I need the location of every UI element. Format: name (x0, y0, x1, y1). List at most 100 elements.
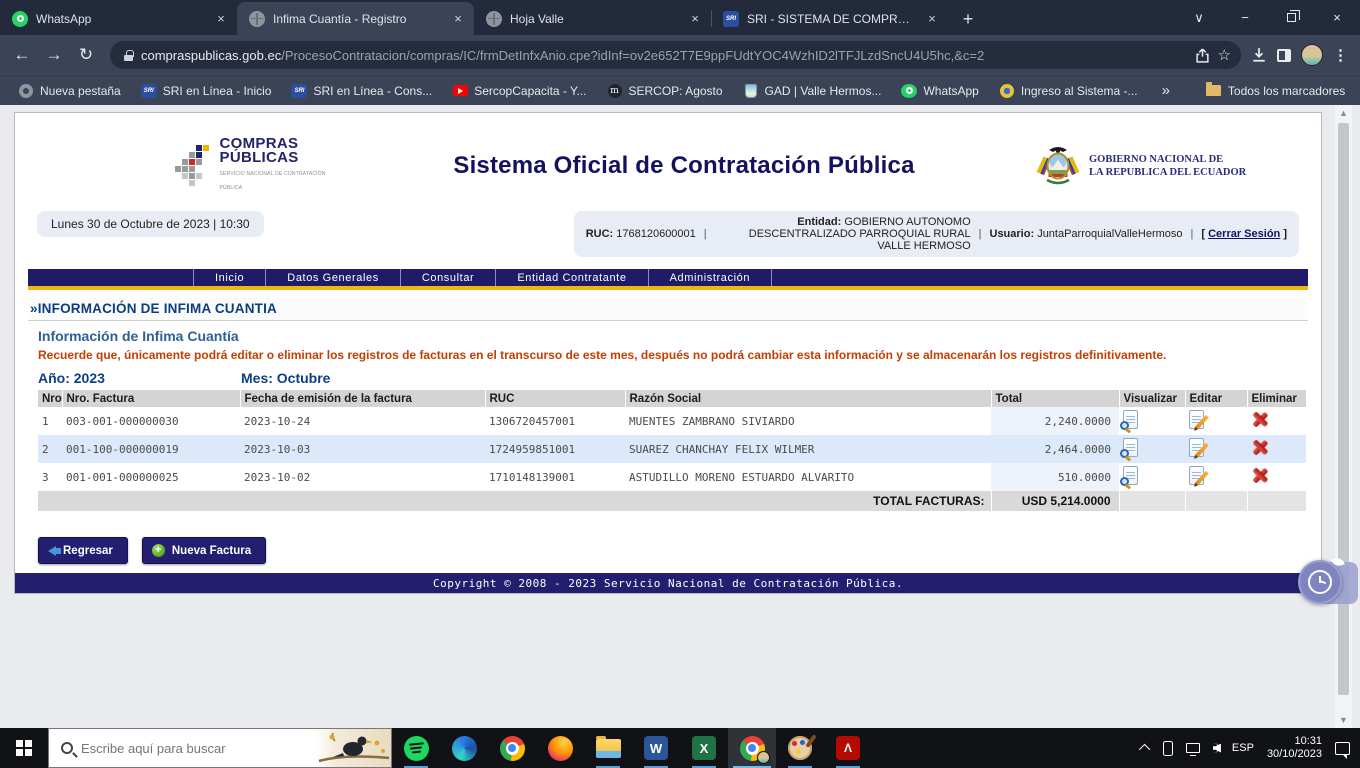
visualizar-icon[interactable] (1123, 438, 1138, 457)
visualizar-icon[interactable] (1123, 466, 1138, 485)
taskbar-chrome-active[interactable] (728, 728, 776, 768)
menu-datos-generales[interactable]: Datos Generales (265, 269, 400, 286)
bookmarks-overflow-icon[interactable]: » (1154, 82, 1178, 99)
logout-link[interactable]: Cerrar Sesión (1208, 228, 1280, 240)
eliminar-icon[interactable] (1251, 439, 1268, 456)
tab-infima-cuantia[interactable]: Infima Cuantía - Registro × (237, 2, 474, 35)
share-icon[interactable] (1195, 48, 1210, 63)
minimize-icon[interactable]: − (1222, 0, 1268, 35)
bookmark-star-icon[interactable]: ☆ (1218, 46, 1231, 64)
window-close-icon[interactable]: × (1314, 0, 1360, 35)
reload-icon[interactable]: ↻ (72, 41, 100, 69)
tab-sri[interactable]: SRI SRI - SISTEMA DE COMPROBAN × (711, 2, 948, 35)
menu-consultar[interactable]: Consultar (400, 269, 495, 286)
bookmark-sercop-agosto[interactable]: m SERCOP: Agosto (599, 80, 731, 102)
forward-icon[interactable]: → (40, 41, 68, 69)
action-center-icon[interactable] (1335, 742, 1350, 755)
gov-emblem-block: GOBIERNO NACIONAL DE LA REPUBLICA DEL EC… (1035, 144, 1285, 188)
bookmark-gad-valle-hermoso[interactable]: GAD | Valle Hermos... (735, 80, 890, 102)
bookmark-sri-inicio[interactable]: SRI SRI en Línea - Inicio (133, 80, 280, 102)
visualizar-icon[interactable] (1123, 410, 1138, 429)
all-bookmarks-button[interactable]: Todos los marcadores (1198, 80, 1353, 102)
scroll-down-icon[interactable]: ▼ (1339, 712, 1348, 728)
taskbar-firefox[interactable] (536, 728, 584, 768)
language-indicator[interactable]: ESP (1232, 742, 1254, 754)
side-panel-icon[interactable] (1277, 49, 1291, 62)
month-label: Mes: Octubre (241, 370, 330, 386)
network-icon[interactable] (1186, 743, 1200, 753)
toolbar-right: ⋮ (1251, 44, 1352, 66)
youtube-icon (452, 83, 468, 99)
your-phone-icon[interactable] (1163, 741, 1173, 756)
taskbar-chrome[interactable] (488, 728, 536, 768)
restore-icon[interactable] (1268, 0, 1314, 35)
profile-mini-avatar (757, 751, 770, 764)
lock-icon (124, 50, 133, 61)
bookmark-sercopcapacita[interactable]: SercopCapacita - Y... (444, 80, 594, 102)
editar-icon[interactable] (1189, 466, 1204, 485)
close-tab-icon[interactable]: × (450, 11, 466, 27)
taskbar-explorer[interactable] (584, 728, 632, 768)
regresar-button[interactable]: Regresar (38, 537, 128, 564)
taskbar-spotify[interactable] (392, 728, 440, 768)
tab-whatsapp[interactable]: WhatsApp × (0, 2, 237, 35)
entidad-field: Entidad: GOBIERNO AUTONOMO DESCENTRALIZA… (715, 216, 971, 252)
taskbar-paint[interactable] (776, 728, 824, 768)
tab-search-icon[interactable]: ∨ (1176, 0, 1222, 35)
close-tab-icon[interactable]: × (687, 11, 703, 27)
gov-line2: LA REPUBLICA DEL ECUADOR (1089, 166, 1246, 179)
chrome-icon (18, 83, 34, 99)
taskbar-search[interactable] (48, 728, 392, 768)
tab-hoja-valle[interactable]: Hoja Valle × (474, 2, 711, 35)
year-month-row: Año: 2023 Mes: Octubre (38, 370, 1321, 386)
windows-icon (16, 740, 32, 756)
profile-avatar[interactable] (1301, 44, 1323, 66)
bookmark-ingreso-sistema[interactable]: Ingreso al Sistema -... (991, 80, 1146, 102)
main-menu: Inicio Datos Generales Consultar Entidad… (28, 269, 1308, 290)
firefox-icon (548, 736, 573, 761)
time: 10:31 (1267, 735, 1322, 748)
new-tab-button[interactable]: + (954, 5, 982, 33)
logout-wrapper: [ Cerrar Sesión ] (1201, 228, 1287, 240)
close-tab-icon[interactable]: × (213, 11, 229, 27)
bookmark-sri-consultas[interactable]: SRI SRI en Línea - Cons... (283, 80, 440, 102)
menu-inicio[interactable]: Inicio (193, 269, 265, 286)
whatsapp-icon (12, 11, 28, 27)
taskbar-apps: W X Λ (392, 728, 872, 768)
page-scrollbar[interactable]: ▲ ▼ (1335, 105, 1352, 728)
whatsapp-icon (901, 83, 917, 99)
search-input[interactable] (73, 741, 315, 756)
back-icon[interactable]: ← (8, 41, 36, 69)
editar-icon[interactable] (1189, 410, 1204, 429)
menu-administracion[interactable]: Administración (648, 269, 773, 286)
download-icon[interactable] (1251, 47, 1267, 63)
kebab-menu-icon[interactable]: ⋮ (1333, 46, 1348, 64)
bookmark-nueva-pestana[interactable]: Nueva pestaña (10, 80, 129, 102)
start-button[interactable] (0, 728, 48, 768)
close-tab-icon[interactable]: × (924, 11, 940, 27)
tray-chevron-up-icon[interactable] (1139, 744, 1150, 755)
taskbar-clock[interactable]: 10:31 30/10/2023 (1267, 735, 1322, 761)
taskbar: W X Λ ESP 10:31 30/10/2023 (0, 728, 1360, 768)
taskbar-acrobat[interactable]: Λ (824, 728, 872, 768)
bookmark-whatsapp[interactable]: WhatsApp (893, 80, 986, 102)
compras-publicas-logo: COMPRAS PÚBLICAS SERVICIO NACIONAL DE CO… (175, 137, 333, 195)
scroll-up-icon[interactable]: ▲ (1339, 105, 1348, 121)
url-text: compraspublicas.gob.ec/ProcesoContrataci… (141, 48, 1187, 63)
address-bar[interactable]: compraspublicas.gob.ec/ProcesoContrataci… (110, 41, 1241, 69)
screen: WhatsApp × Infima Cuantía - Registro × H… (0, 0, 1360, 768)
taskbar-excel[interactable]: X (680, 728, 728, 768)
menu-entidad-contratante[interactable]: Entidad Contratante (495, 269, 647, 286)
ecuador-coat-of-arms-icon (1035, 144, 1081, 188)
edge-icon (452, 736, 477, 761)
clock-widget-icon[interactable] (1298, 560, 1342, 604)
action-buttons: Regresar + Nueva Factura (38, 537, 1321, 564)
editar-icon[interactable] (1189, 438, 1204, 457)
volume-icon[interactable] (1213, 743, 1219, 753)
scrollbar-thumb[interactable] (1338, 123, 1349, 695)
eliminar-icon[interactable] (1251, 467, 1268, 484)
taskbar-edge[interactable] (440, 728, 488, 768)
taskbar-word[interactable]: W (632, 728, 680, 768)
eliminar-icon[interactable] (1251, 411, 1268, 428)
nueva-factura-button[interactable]: + Nueva Factura (142, 537, 266, 564)
